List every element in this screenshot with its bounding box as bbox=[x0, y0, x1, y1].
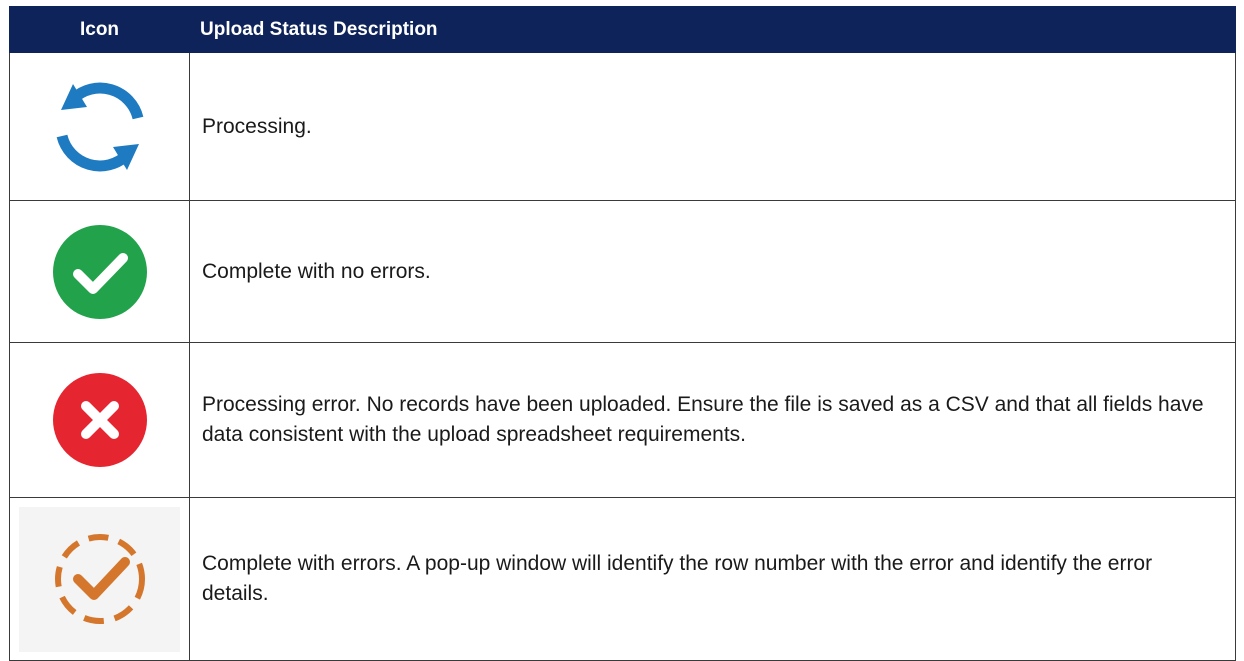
icon-cell bbox=[9, 52, 190, 201]
table-row: Complete with errors. A pop-up window wi… bbox=[9, 497, 1236, 661]
description-column-header: Upload Status Description bbox=[189, 6, 1236, 53]
upload-status-table: Icon Upload Status Description Processin… bbox=[9, 6, 1236, 661]
table-row: Complete with no errors. bbox=[9, 200, 1236, 343]
description-cell: Complete with errors. A pop-up window wi… bbox=[189, 497, 1236, 661]
complete-with-errors-icon bbox=[19, 506, 180, 652]
complete-check-icon bbox=[50, 222, 150, 322]
icon-cell bbox=[9, 342, 190, 498]
table-row: Processing. bbox=[9, 52, 1236, 201]
description-cell: Processing error. No records have been u… bbox=[189, 342, 1236, 498]
error-x-icon bbox=[50, 370, 150, 470]
table-header-row: Icon Upload Status Description bbox=[9, 6, 1236, 53]
icon-column-header: Icon bbox=[9, 6, 190, 53]
processing-icon bbox=[45, 72, 155, 182]
icon-cell bbox=[9, 200, 190, 343]
description-cell: Complete with no errors. bbox=[189, 200, 1236, 343]
icon-cell bbox=[9, 497, 190, 661]
description-cell: Processing. bbox=[189, 52, 1236, 201]
table-row: Processing error. No records have been u… bbox=[9, 342, 1236, 498]
